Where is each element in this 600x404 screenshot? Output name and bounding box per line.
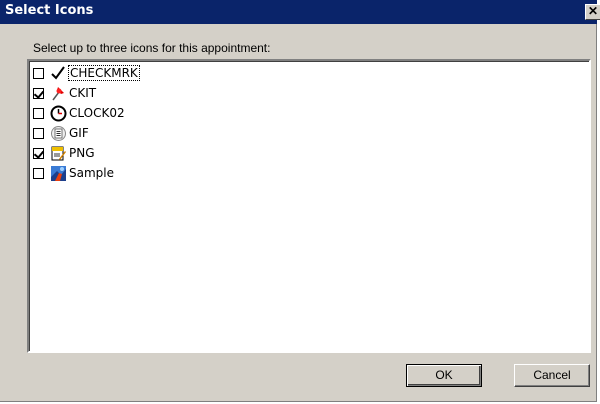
item-checkbox[interactable] [33,67,44,79]
list-item[interactable]: CHECKMRK [33,63,140,83]
select-icons-dialog: Select Icons ✕ Select up to three icons … [0,0,600,402]
gif-file-icon [49,124,67,142]
cancel-button[interactable]: Cancel [514,364,590,387]
ok-button[interactable]: OK [406,364,482,387]
item-label: PNG [69,146,95,160]
checkmark-icon [49,64,67,82]
item-label: Sample [69,166,114,180]
item-label: CKIT [69,86,97,100]
instruction-label: Select up to three icons for this appoin… [33,41,271,55]
item-label: CHECKMRK [68,65,140,81]
close-button[interactable]: ✕ [585,4,600,20]
list-item[interactable]: CKIT [33,83,96,103]
list-item[interactable]: PNG [33,143,95,163]
pushpin-icon [49,84,67,102]
item-checkbox[interactable] [33,87,44,99]
item-checkbox[interactable] [33,107,44,119]
list-item[interactable]: GIF [33,123,89,143]
png-file-icon [49,144,67,162]
icon-checklist[interactable]: CHECKMRK CKIT CLOCK02 GIF PNG Sample [27,59,591,353]
window-title: Select Icons [5,3,94,18]
item-label: CLOCK02 [69,106,125,120]
title-bar[interactable]: Select Icons ✕ [0,0,600,24]
sample-image-icon [49,164,67,182]
clock-icon [49,104,67,122]
list-item[interactable]: CLOCK02 [33,103,125,123]
list-item[interactable]: Sample [33,163,114,183]
item-checkbox[interactable] [33,127,44,139]
item-checkbox[interactable] [33,147,44,159]
item-label: GIF [69,126,89,140]
item-checkbox[interactable] [33,167,44,179]
